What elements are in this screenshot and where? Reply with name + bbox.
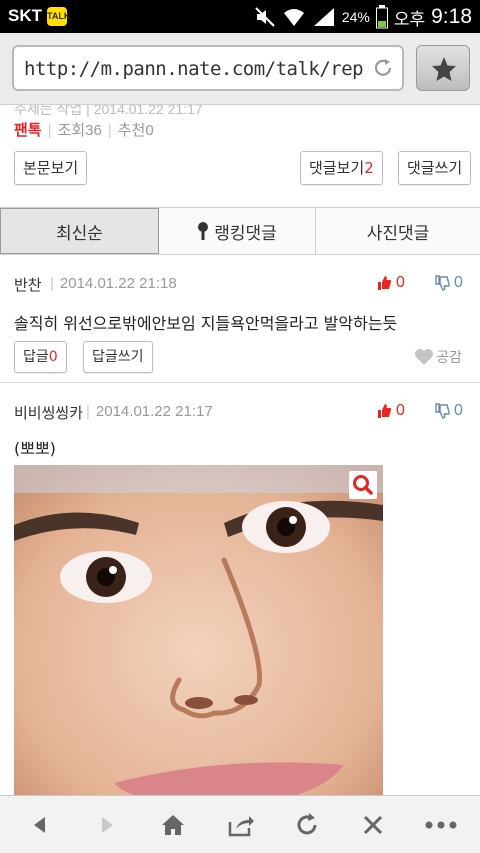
thumbs-down-icon: [435, 403, 450, 419]
like-button[interactable]: 0: [376, 274, 405, 292]
heart-icon: [415, 349, 434, 365]
comment-date: | 2014.01.22 21:18: [50, 275, 177, 292]
magnifier-icon: [353, 475, 373, 495]
reply-count: 0: [48, 349, 58, 365]
clock-ampm: 오후: [393, 9, 426, 30]
url-input[interactable]: http://m.pann.nate.com/talk/reply/: [12, 45, 404, 91]
thumbs-up-icon: [378, 276, 392, 290]
comment-item: 반찬 | 2014.01.22 21:18 0 0 솔직히 위선으로밖에안보임 지…: [0, 255, 480, 383]
empathy-button[interactable]: 공감: [414, 347, 462, 367]
like-count: 0: [396, 274, 405, 291]
like-count: 0: [396, 402, 405, 419]
mute-icon: [255, 7, 275, 27]
view-comments-button[interactable]: 댓글보기2: [300, 151, 383, 185]
comment-text: 솔직히 위선으로밖에안보임 지들욕안먹을라고 발악하는듯: [14, 314, 398, 333]
carrier-label: SKT: [8, 6, 42, 25]
dislike-button[interactable]: 0: [434, 274, 463, 292]
comment-author[interactable]: 비비씽씽카: [14, 402, 83, 423]
comment-sort-tabs: 최신순 랭킹댓글 사진댓글: [0, 207, 480, 255]
star-icon: [432, 57, 456, 81]
post-meta: 팬톡 | 조회36 | 추천0: [14, 122, 154, 139]
dislike-count: 0: [454, 274, 463, 291]
comment-item: 비비씽씽카 | 2014.01.22 21:17 0 0 (뽀뽀): [0, 383, 480, 463]
back-icon[interactable]: [25, 810, 55, 840]
view-comments-label: 댓글보기: [309, 159, 365, 177]
write-comment-button[interactable]: 댓글쓰기: [398, 151, 472, 185]
reply-label: 답글: [23, 349, 49, 365]
refresh-icon[interactable]: [370, 55, 396, 81]
empathy-label: 공감: [436, 350, 462, 366]
like-button[interactable]: 0: [376, 402, 405, 420]
reload-icon[interactable]: [292, 810, 322, 840]
tab-ranking-label: 랭킹댓글: [214, 223, 277, 244]
recommend-count: 추천0: [117, 122, 154, 139]
status-bar: SKT TALK 24% 오후 9:18: [0, 0, 480, 33]
dislike-count: 0: [454, 402, 463, 419]
category-link[interactable]: 팬톡: [14, 122, 42, 139]
browser-bottom-nav: [0, 795, 480, 853]
comment-author[interactable]: 반찬: [14, 274, 42, 295]
write-reply-button[interactable]: 답글쓰기: [83, 341, 153, 373]
thumbs-up-icon: [378, 404, 392, 418]
home-icon[interactable]: [158, 810, 188, 840]
comment-text: (뽀뽀): [14, 439, 56, 458]
dislike-button[interactable]: 0: [434, 402, 463, 420]
bookmark-button[interactable]: [416, 45, 470, 91]
reply-button[interactable]: 답글0: [14, 341, 67, 373]
cut-off-meta: 주제는 작업 | 2014.01.22 21:17: [14, 105, 203, 117]
battery-percent: 24%: [341, 9, 370, 25]
comment-count: 2: [364, 159, 374, 177]
browser-toolbar: http://m.pann.nate.com/talk/reply/: [0, 33, 480, 105]
page-content: 주제는 작업 | 2014.01.22 21:17 팬톡 | 조회36 | 추천0 본문…: [0, 105, 480, 795]
tab-latest[interactable]: 최신순: [0, 208, 159, 254]
thumbs-down-icon: [435, 275, 450, 291]
battery-icon: [375, 5, 388, 29]
comment-photo[interactable]: [14, 465, 383, 795]
url-text[interactable]: http://m.pann.nate.com/talk/reply/: [24, 58, 364, 80]
tab-latest-label: 최신순: [56, 223, 103, 244]
close-icon[interactable]: [358, 810, 388, 840]
tab-ranking[interactable]: 랭킹댓글: [159, 208, 316, 254]
view-post-button[interactable]: 본문보기: [14, 151, 88, 185]
forward-icon[interactable]: [92, 810, 122, 840]
tab-photo[interactable]: 사진댓글: [316, 208, 480, 254]
kakaotalk-notification-icon: TALK: [47, 7, 70, 26]
zoom-button[interactable]: [349, 471, 377, 499]
face-photo-illustration: [14, 465, 383, 795]
share-icon[interactable]: [225, 810, 255, 840]
comment-date: | 2014.01.22 21:17: [86, 403, 213, 420]
tab-photo-label: 사진댓글: [366, 223, 430, 244]
clock-time: 9:18: [431, 5, 472, 28]
wifi-icon: [283, 9, 304, 26]
medal-icon: [198, 222, 209, 240]
signal-icon: [313, 8, 334, 26]
views-count: 조회36: [57, 122, 102, 139]
more-icon[interactable]: [423, 810, 459, 840]
